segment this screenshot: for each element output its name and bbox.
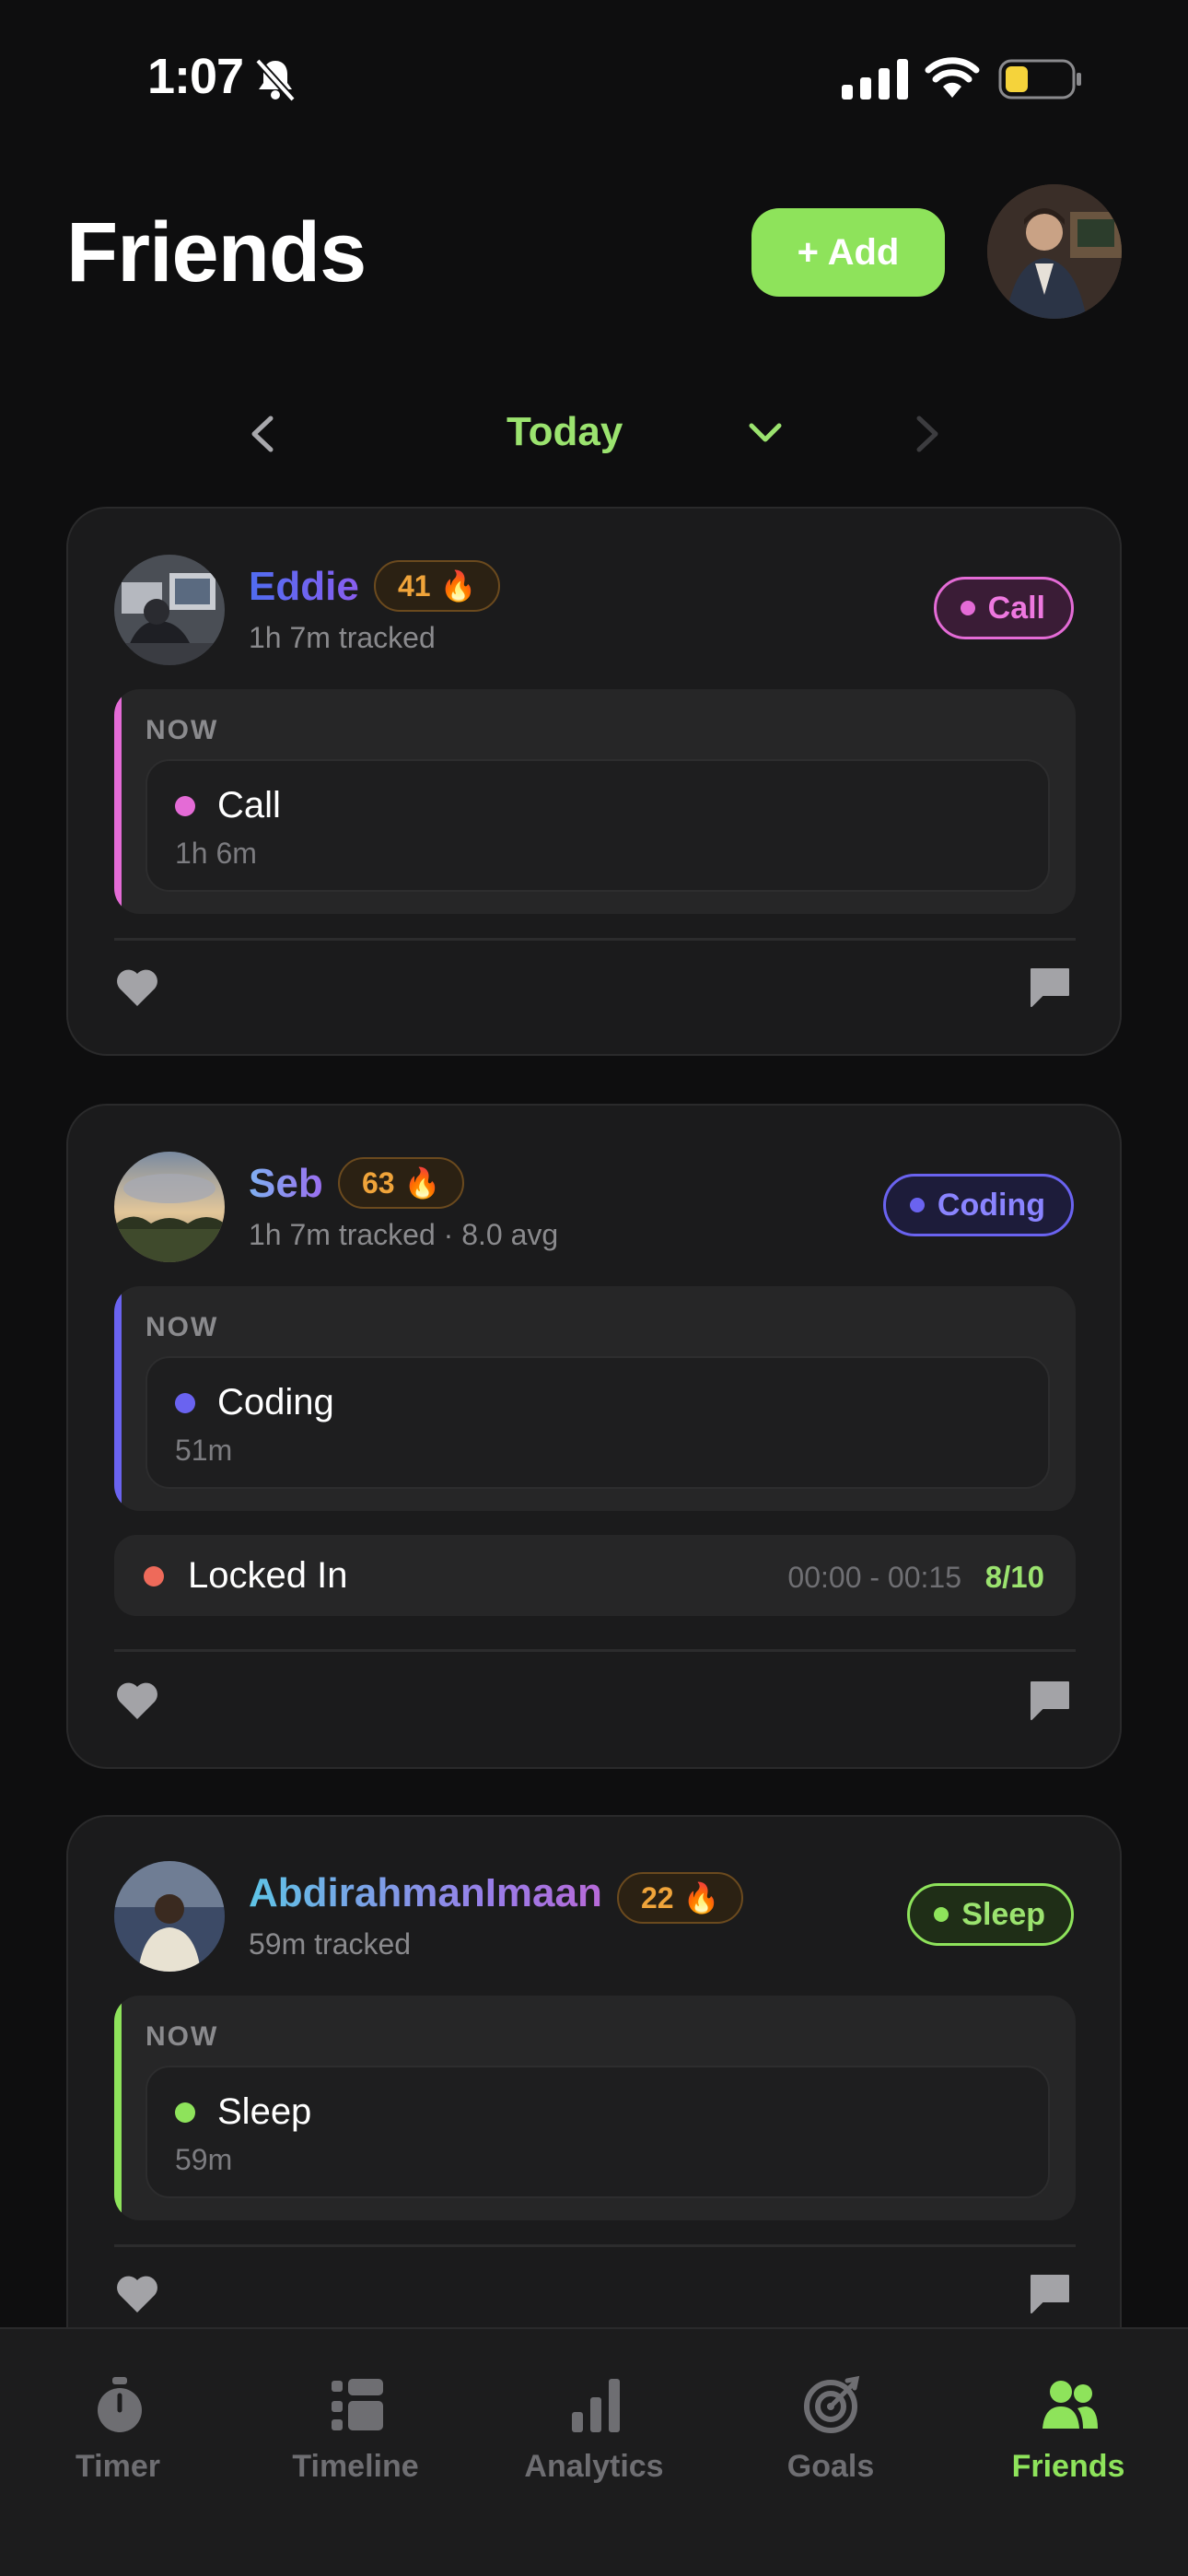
activity-dot — [175, 2102, 195, 2123]
friend-card[interactable]: Eddie 41 🔥 1h 7m tracked Call NOW Call 1… — [66, 507, 1122, 1056]
friend-card[interactable]: AbdirahmanImaan 22 🔥 59m tracked Sleep N… — [66, 1815, 1122, 2386]
tab-label: Analytics — [524, 2449, 664, 2484]
avatar-photo — [114, 1152, 225, 1262]
battery-icon — [998, 59, 1081, 100]
activity-dot — [175, 796, 195, 816]
profile-photo — [987, 184, 1122, 319]
heart-icon[interactable] — [114, 2272, 160, 2314]
streak-badge: 41 🔥 — [374, 560, 501, 612]
tab-label: Friends — [1011, 2449, 1125, 2484]
page-title: Friends — [66, 205, 367, 299]
bell-muted-icon — [255, 58, 296, 101]
now-panel: NOW Call 1h 6m — [114, 689, 1076, 914]
timeline-icon — [332, 2379, 383, 2430]
now-panel: NOW Coding 51m — [114, 1286, 1076, 1511]
comment-icon[interactable] — [1028, 1679, 1072, 1721]
chevron-down-icon[interactable] — [746, 416, 785, 450]
comment-icon[interactable] — [1028, 966, 1072, 1008]
fire-icon: 🔥 — [682, 1881, 720, 1914]
status-label: Coding — [937, 1187, 1045, 1223]
heart-icon[interactable] — [114, 1679, 160, 1721]
comment-icon[interactable] — [1028, 2272, 1072, 2314]
current-activity[interactable]: Sleep 59m — [146, 2066, 1050, 2198]
status-label: Sleep — [961, 1896, 1045, 1932]
bar-chart-icon — [572, 2379, 620, 2432]
divider — [114, 2244, 1076, 2247]
now-label: NOW — [146, 1312, 219, 1342]
avatar-photo — [114, 555, 225, 665]
divider — [114, 1649, 1076, 1652]
activity-name: Call — [217, 785, 281, 825]
tab-bar: Timer Timeline Analytics Goals Friends — [0, 2327, 1188, 2576]
tracked-time: 1h 7m tracked — [249, 621, 436, 654]
streak-badge: 22 🔥 — [617, 1872, 744, 1924]
status-dot — [960, 601, 975, 615]
streak-count: 63 — [362, 1165, 395, 1200]
session-dot — [144, 1566, 164, 1587]
profile-avatar[interactable] — [987, 184, 1122, 319]
date-navigator: Today — [0, 396, 1188, 470]
tab-timeline[interactable]: Timeline — [254, 2375, 457, 2504]
tracked-time: 1h 7m tracked · 8.0 avg — [249, 1218, 559, 1251]
tab-label: Timer — [76, 2449, 160, 2484]
chevron-right-icon[interactable] — [908, 413, 945, 455]
now-panel: NOW Sleep 59m — [114, 1996, 1076, 2220]
streak-count: 22 — [641, 1880, 674, 1914]
stopwatch-icon — [98, 2377, 142, 2432]
now-label: NOW — [146, 715, 219, 745]
friend-name[interactable]: Eddie — [249, 564, 359, 610]
current-activity[interactable]: Call 1h 6m — [146, 759, 1050, 892]
friend-name[interactable]: Seb — [249, 1161, 323, 1207]
now-accent-bar — [114, 1286, 122, 1511]
status-badge: Call — [933, 577, 1074, 639]
tab-analytics[interactable]: Analytics — [493, 2375, 695, 2504]
divider — [114, 938, 1076, 941]
tab-label: Timeline — [292, 2449, 419, 2484]
streak-badge: 63 🔥 — [338, 1157, 465, 1209]
avatar-photo — [114, 1861, 225, 1972]
status-time: 1:07 — [147, 49, 244, 104]
activity-duration: 1h 6m — [175, 837, 257, 870]
activity-dot — [175, 1393, 195, 1413]
target-icon — [804, 2375, 860, 2433]
wifi-icon — [925, 57, 980, 98]
now-accent-bar — [114, 1996, 122, 2220]
avatar[interactable] — [114, 555, 225, 665]
people-icon — [1042, 2381, 1098, 2429]
add-friend-button[interactable]: + Add — [751, 208, 945, 297]
current-activity[interactable]: Coding 51m — [146, 1356, 1050, 1489]
streak-count: 41 — [398, 568, 431, 603]
activity-name: Coding — [217, 1382, 334, 1423]
tracked-time: 59m tracked — [249, 1927, 412, 1961]
session-name: Locked In — [188, 1555, 348, 1596]
now-accent-bar — [114, 689, 122, 914]
status-label: Call — [987, 590, 1045, 626]
date-label[interactable]: Today — [507, 409, 623, 455]
session-time-range: 00:00 - 00:15 — [787, 1561, 961, 1594]
activity-duration: 51m — [175, 1434, 233, 1467]
avatar[interactable] — [114, 1861, 225, 1972]
tab-timer[interactable]: Timer — [17, 2375, 219, 2504]
tab-goals[interactable]: Goals — [729, 2375, 932, 2504]
status-badge: Sleep — [907, 1883, 1074, 1946]
session-row[interactable]: Locked In 00:00 - 00:15 8/10 — [114, 1535, 1076, 1616]
tab-label: Goals — [786, 2449, 875, 2484]
friend-card[interactable]: Seb 63 🔥 1h 7m tracked · 8.0 avg Coding … — [66, 1104, 1122, 1769]
status-bar: 1:07 — [0, 0, 1188, 157]
now-label: NOW — [146, 2021, 219, 2052]
status-badge: Coding — [882, 1174, 1074, 1236]
chevron-left-icon[interactable] — [245, 413, 282, 455]
fire-icon: 🔥 — [403, 1166, 441, 1200]
activity-duration: 59m — [175, 2143, 233, 2176]
friend-name[interactable]: AbdirahmanImaan — [249, 1870, 602, 1916]
tab-friends[interactable]: Friends — [967, 2375, 1170, 2504]
avatar[interactable] — [114, 1152, 225, 1262]
fire-icon: 🔥 — [439, 569, 477, 603]
cellular-signal-icon — [842, 59, 908, 100]
activity-name: Sleep — [217, 2091, 312, 2132]
session-score: 8/10 — [984, 1560, 1044, 1594]
status-dot — [909, 1198, 925, 1212]
heart-icon[interactable] — [114, 966, 160, 1008]
status-dot — [934, 1907, 949, 1922]
